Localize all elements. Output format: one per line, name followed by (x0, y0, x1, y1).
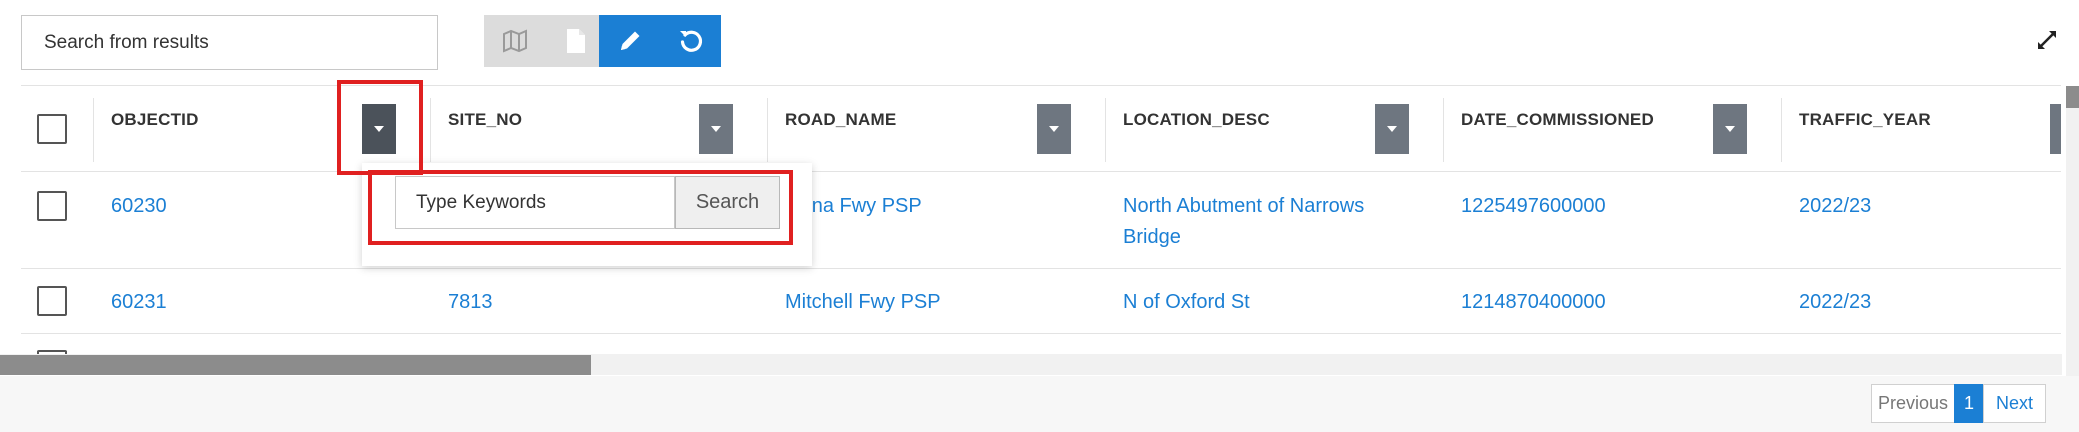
column-separator (93, 98, 94, 162)
cell-traffic-year[interactable]: 2022/23 (1799, 287, 1871, 318)
refresh-button[interactable] (660, 15, 721, 67)
column-separator (1105, 98, 1106, 162)
refresh-icon (679, 30, 702, 52)
horizontal-scrollbar-thumb[interactable] (0, 355, 591, 375)
vertical-scrollbar-track[interactable] (2066, 86, 2079, 376)
row-checkbox[interactable] (37, 286, 67, 316)
document-icon (566, 29, 585, 53)
cell-location-desc-line1[interactable]: North Abutment of Narrows (1123, 191, 1364, 222)
results-search-input[interactable] (21, 15, 438, 70)
cell-date-commissioned[interactable]: 1225497600000 (1461, 191, 1606, 222)
cell-road-name[interactable]: Mitchell Fwy PSP (785, 287, 941, 318)
highlight-filter-button (337, 80, 423, 175)
table-row: 60231 7813 Mitchell Fwy PSP N of Oxford … (21, 270, 2061, 334)
filter-button-date-commissioned[interactable] (1713, 104, 1747, 154)
caret-down-icon (1387, 126, 1397, 132)
row-checkbox[interactable] (37, 191, 67, 221)
filter-button-road-name[interactable] (1037, 104, 1071, 154)
expand-icon (2038, 31, 2056, 49)
document-button[interactable] (545, 15, 606, 67)
edit-button[interactable] (599, 15, 660, 67)
cell-site-no[interactable]: 7813 (448, 287, 493, 318)
pencil-icon (620, 31, 639, 50)
column-header-road-name[interactable]: ROAD_NAME (785, 110, 896, 130)
column-separator (1781, 98, 1782, 162)
column-header-date-commissioned[interactable]: DATE_COMMISSIONED (1461, 110, 1654, 130)
grid-footer (0, 376, 2079, 432)
cell-objectid[interactable]: 60231 (111, 287, 167, 318)
column-separator (430, 98, 431, 162)
column-separator (1443, 98, 1444, 162)
cell-traffic-year[interactable]: 2022/23 (1799, 191, 1871, 222)
caret-down-icon (1725, 126, 1735, 132)
map-button[interactable] (484, 15, 545, 67)
filter-button-location-desc[interactable] (1375, 104, 1409, 154)
column-header-traffic-year[interactable]: TRAFFIC_YEAR (1799, 110, 1931, 130)
table-row: 60230 inana Fwy PSP North Abutment of Na… (21, 173, 2061, 269)
column-header-location-desc[interactable]: LOCATION_DESC (1123, 110, 1270, 130)
results-page: OBJECTID SITE_NO ROAD_NAME LOCATION_DESC… (0, 0, 2079, 432)
cell-objectid[interactable]: 60230 (111, 191, 167, 222)
column-header-objectid[interactable]: OBJECTID (111, 110, 199, 130)
highlight-keyword-search (368, 170, 793, 245)
expand-button[interactable] (2035, 28, 2059, 52)
caret-down-icon (1049, 126, 1059, 132)
vertical-scrollbar-thumb[interactable] (2066, 86, 2079, 108)
column-separator (767, 98, 768, 162)
next-page-button[interactable]: Next (1983, 384, 2046, 423)
filter-button-site-no[interactable] (699, 104, 733, 154)
filter-button-traffic-year[interactable] (2050, 104, 2061, 154)
grid-header-row: OBJECTID SITE_NO ROAD_NAME LOCATION_DESC… (21, 86, 2061, 172)
cell-location-desc-line1[interactable]: N of Oxford St (1123, 287, 1250, 318)
cell-date-commissioned[interactable]: 1214870400000 (1461, 287, 1606, 318)
cell-location-desc-line2[interactable]: Bridge (1123, 222, 1181, 253)
current-page-button[interactable]: 1 (1954, 384, 1984, 423)
caret-down-icon (711, 126, 721, 132)
column-header-site-no[interactable]: SITE_NO (448, 110, 522, 130)
map-icon (502, 29, 527, 53)
select-all-checkbox[interactable] (37, 114, 67, 144)
previous-page-button[interactable]: Previous (1871, 384, 1955, 423)
